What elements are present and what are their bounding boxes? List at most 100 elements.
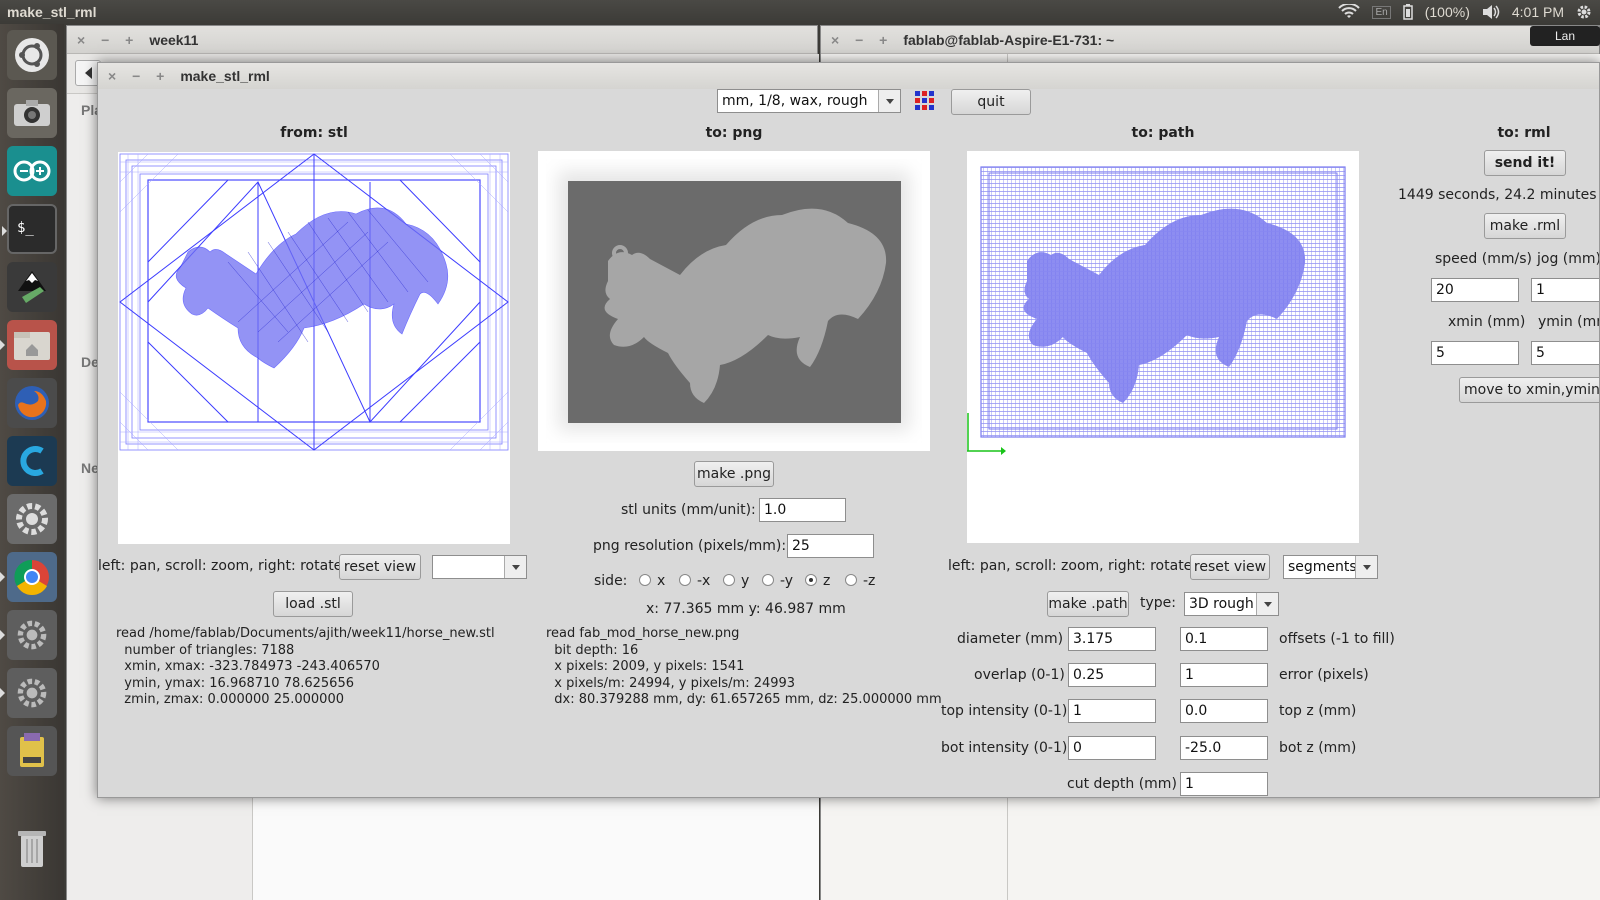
- bot-intensity-input[interactable]: 0: [1068, 736, 1156, 760]
- top-intensity-label: top intensity (0-1): [941, 703, 1068, 719]
- machine-select-value: mm, 1/8, wax, rough: [722, 93, 868, 109]
- side-radio-x[interactable]: [639, 574, 651, 586]
- png-heightmap: [568, 181, 901, 423]
- stl-units-label: stl units (mm/unit):: [621, 502, 756, 518]
- png-resolution-input[interactable]: 25: [787, 534, 874, 558]
- top-z-input[interactable]: 0.0: [1180, 699, 1268, 723]
- overlap-input[interactable]: 0.25: [1068, 663, 1156, 687]
- cut-depth-label: cut depth (mm): [1067, 776, 1177, 792]
- make-stl-rml-window[interactable]: × − + make_stl_rml mm, 1/8, wax, rough q…: [97, 62, 1600, 798]
- path-viewer[interactable]: [967, 151, 1359, 543]
- path-header: to: path: [1131, 125, 1195, 141]
- offsets-label: offsets (-1 to fill): [1279, 631, 1395, 647]
- terminal-icon[interactable]: $_: [2, 204, 57, 254]
- xmin-input[interactable]: 5: [1431, 341, 1519, 365]
- files-icon[interactable]: [0, 320, 57, 370]
- speed-input[interactable]: 20: [1431, 278, 1519, 302]
- stl-units-input[interactable]: 1.0: [759, 498, 846, 522]
- files-window-title: week11: [149, 31, 199, 48]
- chevron-down-icon: [878, 90, 900, 112]
- ymin-label: ymin (mm): [1538, 314, 1599, 330]
- png-info: read fab_mod_horse_new.png bit depth: 16…: [546, 626, 942, 708]
- main-window-title: make_stl_rml: [180, 68, 270, 84]
- bot-z-input[interactable]: -25.0: [1180, 736, 1268, 760]
- gear-icon[interactable]: [1576, 4, 1592, 20]
- camera-icon[interactable]: [7, 88, 57, 138]
- machine-select[interactable]: mm, 1/8, wax, rough: [717, 89, 901, 113]
- trash-icon[interactable]: [7, 824, 57, 874]
- make-path-button[interactable]: make .path: [1047, 591, 1129, 617]
- path-hint: left: pan, scroll: zoom, right: rotate: [948, 558, 1193, 574]
- toolpath-plot: [967, 166, 1346, 455]
- png-resolution-label: png resolution (pixels/mm):: [593, 538, 787, 554]
- fab-logo-icon: [914, 90, 940, 114]
- offsets-input[interactable]: 0.1: [1180, 627, 1268, 651]
- quit-button[interactable]: quit: [951, 89, 1031, 115]
- chrome-icon[interactable]: [0, 552, 57, 602]
- battery-percent: (100%): [1424, 4, 1470, 20]
- side-minus-x-label: -x: [697, 573, 711, 589]
- bot-z-label: bot z (mm): [1279, 740, 1357, 756]
- clock[interactable]: 4:01 PM: [1512, 4, 1564, 20]
- window-controls[interactable]: × − +: [831, 32, 893, 48]
- move-to-xmin-ymin-button[interactable]: move to xmin,ymin: [1459, 377, 1599, 403]
- terminal-window-title: fablab@fablab-Aspire-E1-731: ~: [903, 31, 1115, 48]
- files-titlebar: × − + week11: [67, 26, 817, 54]
- top-panel: make_stl_rml En (100%) 4:01 PM: [0, 0, 1600, 24]
- path-reset-view-button[interactable]: reset view: [1190, 554, 1270, 580]
- side-radio-y[interactable]: [723, 574, 735, 586]
- make-png-button[interactable]: make .png: [694, 461, 774, 487]
- side-radio-minus-x[interactable]: [679, 574, 691, 586]
- path-view-select[interactable]: segments: [1283, 555, 1378, 579]
- window-controls[interactable]: × − +: [108, 68, 170, 84]
- cut-depth-input[interactable]: 1: [1180, 772, 1268, 796]
- path-type-select[interactable]: 3D rough: [1184, 592, 1279, 616]
- system-tray: En (100%) 4:01 PM: [1338, 0, 1592, 24]
- side-label: side:: [594, 573, 628, 589]
- arduino-icon[interactable]: [7, 146, 57, 196]
- stl-view-select[interactable]: [432, 555, 527, 579]
- main-titlebar: × − + make_stl_rml: [98, 63, 1599, 89]
- speed-label: speed (mm/s): [1435, 251, 1532, 267]
- error-label: error (pixels): [1279, 667, 1369, 683]
- side-radio-minus-z[interactable]: [845, 574, 857, 586]
- top-intensity-input[interactable]: 1: [1068, 699, 1156, 723]
- side-minus-z-label: -z: [863, 573, 876, 589]
- volume-icon[interactable]: [1482, 4, 1500, 20]
- ymin-input[interactable]: 5: [1531, 341, 1599, 365]
- stl-viewer[interactable]: [118, 152, 510, 544]
- battery-icon[interactable]: [1402, 4, 1413, 20]
- overlap-label: overlap (0-1): [974, 667, 1065, 683]
- send-it-button[interactable]: send it!: [1484, 150, 1566, 176]
- keyboard-layout-indicator[interactable]: En: [1372, 5, 1391, 19]
- jog-input[interactable]: 1: [1531, 278, 1599, 302]
- settings-icon[interactable]: [0, 610, 57, 660]
- wifi-icon[interactable]: [1338, 4, 1361, 20]
- png-viewer[interactable]: [538, 151, 930, 451]
- rml-time-info: 1449 seconds, 24.2 minutes: [1398, 187, 1597, 203]
- ubuntu-dash-icon[interactable]: [7, 30, 57, 80]
- stl-header: from: stl: [280, 125, 348, 141]
- inkscape-icon[interactable]: [7, 262, 57, 312]
- type-label: type:: [1140, 595, 1176, 611]
- firefox-icon[interactable]: [7, 378, 57, 428]
- side-x-label: x: [657, 573, 666, 589]
- diameter-input[interactable]: 3.175: [1068, 627, 1156, 651]
- side-radio-minus-y[interactable]: [762, 574, 774, 586]
- error-input[interactable]: 1: [1180, 663, 1268, 687]
- side-z-label: z: [823, 573, 831, 589]
- window-controls[interactable]: × − +: [77, 32, 139, 48]
- chevron-down-icon: [1355, 556, 1377, 578]
- usb-drive-icon[interactable]: [7, 726, 57, 776]
- c-app-icon[interactable]: [7, 436, 57, 486]
- stl-reset-view-button[interactable]: reset view: [339, 554, 421, 580]
- settings-icon[interactable]: [7, 494, 57, 544]
- path-view-select-value: segments: [1288, 559, 1357, 575]
- side-radio-z[interactable]: [805, 574, 817, 586]
- load-stl-button[interactable]: load .stl: [273, 591, 353, 617]
- make-rml-button[interactable]: make .rml: [1484, 213, 1566, 239]
- stl-info: read /home/fablab/Documents/ajith/week11…: [116, 626, 495, 708]
- svg-text:$_: $_: [17, 220, 34, 236]
- settings-icon[interactable]: [0, 668, 57, 718]
- png-coords: x: 77.365 mm y: 46.987 mm: [646, 601, 846, 617]
